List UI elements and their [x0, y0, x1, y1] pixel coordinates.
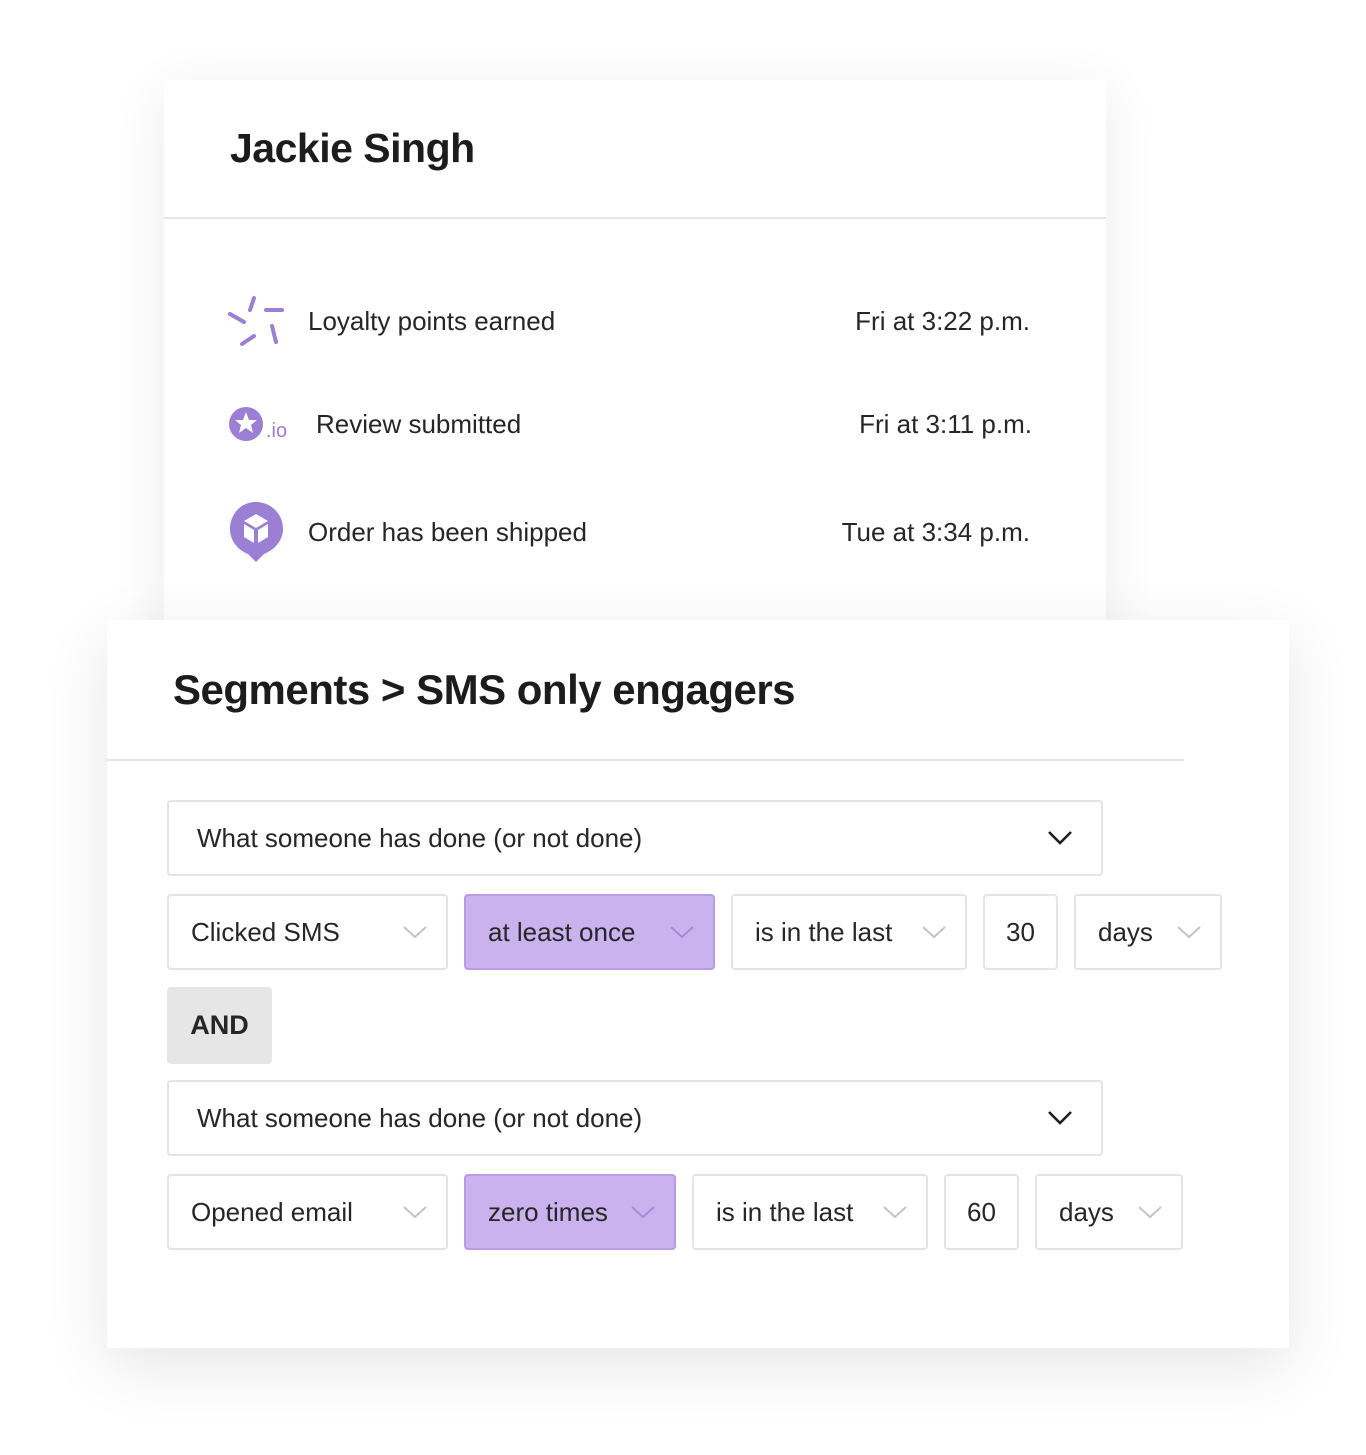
amount-value: 30	[1006, 916, 1035, 947]
amount-input[interactable]: 60	[944, 1174, 1019, 1250]
activity-label: Loyalty points earned	[308, 305, 556, 336]
chevron-down-icon	[402, 924, 428, 940]
amount-value: 60	[967, 1196, 996, 1227]
action-select[interactable]: Opened email	[167, 1174, 448, 1250]
star-review-icon: .io	[228, 395, 294, 453]
activity-label: Review submitted	[316, 408, 522, 439]
unit-select[interactable]: days	[1074, 894, 1222, 970]
and-joiner-button[interactable]: AND	[167, 987, 272, 1064]
chevron-down-icon	[1047, 1110, 1073, 1126]
activity-time: Fri at 3:11 p.m.	[859, 408, 1032, 439]
profile-name: Jackie Singh	[230, 125, 475, 171]
action-value: Clicked SMS	[191, 916, 340, 947]
frequency-value: at least once	[488, 916, 636, 947]
timeframe-select[interactable]: is in the last	[692, 1174, 928, 1250]
chevron-down-icon	[669, 924, 695, 940]
package-pin-icon	[228, 502, 286, 562]
chevron-down-icon	[1137, 1204, 1163, 1220]
loyalty-burst-icon	[228, 292, 286, 350]
icon-suffix: .io	[266, 419, 288, 442]
timeframe-value: is in the last	[755, 916, 893, 947]
unit-select[interactable]: days	[1035, 1174, 1183, 1250]
activity-time: Tue at 3:34 p.m.	[841, 516, 1030, 547]
frequency-select[interactable]: zero times	[464, 1174, 676, 1250]
frequency-select[interactable]: at least once	[464, 894, 715, 970]
unit-value: days	[1059, 1196, 1114, 1227]
action-select[interactable]: Clicked SMS	[167, 894, 448, 970]
amount-input[interactable]: 30	[983, 894, 1058, 970]
frequency-value: zero times	[488, 1196, 608, 1227]
condition-type-select[interactable]: What someone has done (or not done)	[167, 800, 1103, 876]
activity-label: Order has been shipped	[308, 516, 587, 547]
timeframe-select[interactable]: is in the last	[731, 894, 967, 970]
action-value: Opened email	[191, 1196, 353, 1227]
segment-header: Segments > SMS only engagers	[107, 620, 1184, 761]
condition-type-select[interactable]: What someone has done (or not done)	[167, 1080, 1103, 1156]
profile-card: Jackie Singh Loyalty points earned Fri a…	[164, 80, 1106, 680]
segment-card: Segments > SMS only engagers What someon…	[107, 620, 1289, 1348]
condition-type-value: What someone has done (or not done)	[197, 822, 643, 853]
activity-time: Fri at 3:22 p.m.	[855, 305, 1030, 336]
activity-item-loyalty[interactable]: Loyalty points earned Fri at 3:22 p.m.	[228, 291, 1030, 351]
chevron-down-icon	[1047, 830, 1073, 846]
chevron-down-icon	[630, 1204, 656, 1220]
activity-item-shipped[interactable]: Order has been shipped Tue at 3:34 p.m.	[228, 502, 1030, 562]
chevron-down-icon	[882, 1204, 908, 1220]
chevron-down-icon	[921, 924, 947, 940]
timeframe-value: is in the last	[716, 1196, 854, 1227]
chevron-down-icon	[1176, 924, 1202, 940]
chevron-down-icon	[402, 1204, 428, 1220]
profile-header: Jackie Singh	[164, 80, 1106, 219]
activity-item-review[interactable]: .io Review submitted Fri at 3:11 p.m.	[228, 394, 1032, 454]
condition-type-value: What someone has done (or not done)	[197, 1102, 643, 1133]
segment-title: Segments > SMS only engagers	[173, 665, 796, 713]
unit-value: days	[1098, 916, 1153, 947]
